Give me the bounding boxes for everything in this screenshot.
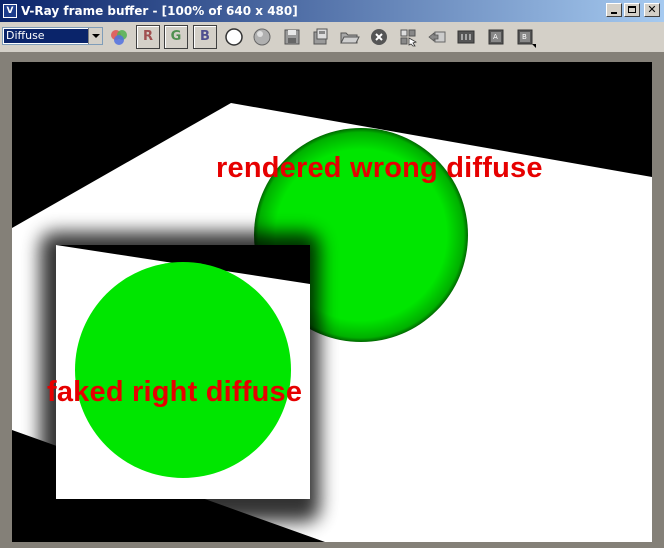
close-icon: ✕: [647, 3, 657, 16]
copy-to-history-icon[interactable]: [425, 25, 449, 49]
blue-channel-label: B: [200, 29, 210, 44]
toolbar: Diffuse R G B A B: [0, 23, 664, 51]
compare-a-icon[interactable]: A: [484, 25, 508, 49]
gray-circle-icon[interactable]: [250, 25, 274, 49]
title-bar[interactable]: V V-Ray frame buffer - [100% of 640 x 48…: [0, 0, 664, 22]
red-channel-label: R: [142, 29, 153, 44]
track-mouse-icon[interactable]: [396, 25, 420, 49]
minimize-button[interactable]: [606, 3, 622, 17]
rendered-scene: [12, 62, 652, 542]
inset-image: [56, 245, 310, 499]
vray-app-icon[interactable]: V: [3, 4, 17, 18]
vray-frame-buffer-window: V V-Ray frame buffer - [100% of 640 x 48…: [0, 0, 664, 548]
save-icon[interactable]: [280, 25, 304, 49]
caption-faked-right: faked right diffuse: [47, 376, 303, 408]
open-icon[interactable]: [337, 25, 361, 49]
maximize-button[interactable]: [624, 3, 640, 17]
render-image[interactable]: rendered wrong diffuse faked right diffu…: [12, 62, 652, 542]
channel-dropdown[interactable]: Diffuse: [2, 27, 103, 45]
stop-render-icon[interactable]: [367, 25, 391, 49]
window-controls: ✕: [606, 3, 660, 17]
color-channel-icon[interactable]: [107, 25, 131, 49]
compare-b-icon[interactable]: B: [513, 25, 537, 49]
close-button[interactable]: ✕: [644, 3, 660, 17]
channel-dropdown-value: Diffuse: [4, 29, 89, 43]
red-channel-button[interactable]: R: [136, 25, 160, 49]
faked-sphere: [75, 262, 291, 478]
lens-effects-icon[interactable]: [454, 25, 478, 49]
clear-icon[interactable]: [308, 25, 332, 49]
maximize-icon: [628, 6, 636, 13]
green-channel-label: G: [170, 29, 182, 44]
window-title: V-Ray frame buffer - [100% of 640 x 480]: [21, 4, 298, 18]
white-circle-icon[interactable]: [222, 25, 246, 49]
caption-rendered-wrong: rendered wrong diffuse: [216, 152, 543, 184]
blue-channel-button[interactable]: B: [193, 25, 217, 49]
minimize-icon: [611, 12, 617, 14]
svg-text:A: A: [493, 33, 498, 41]
chevron-down-icon[interactable]: [88, 28, 102, 44]
svg-text:B: B: [522, 33, 527, 41]
green-channel-button[interactable]: G: [164, 25, 188, 49]
